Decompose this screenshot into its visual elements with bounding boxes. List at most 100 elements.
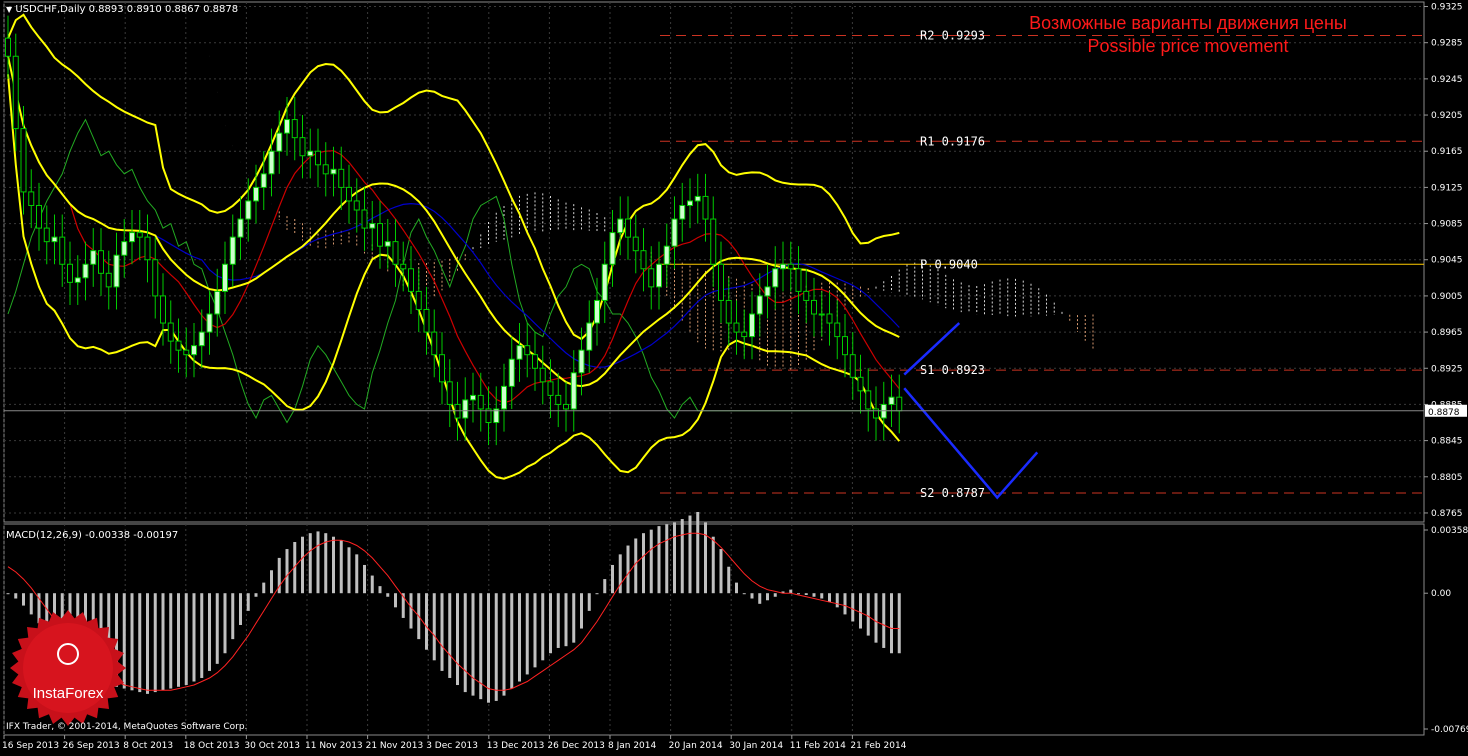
macd-bar xyxy=(169,593,172,688)
candle-body xyxy=(804,291,809,300)
candle-body xyxy=(788,264,793,269)
macd-bar xyxy=(712,537,715,594)
candle-body xyxy=(579,350,584,373)
candle-body xyxy=(339,169,344,187)
macd-bar xyxy=(123,593,126,688)
macd-bar xyxy=(348,547,351,593)
macd-bar xyxy=(875,593,878,642)
candle-body xyxy=(773,269,778,287)
x-tick-label: 30 Oct 2013 xyxy=(244,741,300,751)
candle-body xyxy=(223,264,228,291)
candle-body xyxy=(742,332,747,337)
macd-bar xyxy=(309,533,312,593)
macd-bar xyxy=(696,512,699,593)
macd-bar xyxy=(727,567,730,593)
x-tick-label: 26 Sep 2013 xyxy=(63,741,120,751)
candle-body xyxy=(60,237,65,264)
candle-body xyxy=(672,219,677,246)
macd-y-tick-label: 0.00358 xyxy=(1431,526,1468,536)
macd-bar xyxy=(131,593,134,690)
candle-body xyxy=(401,264,406,269)
candle-body xyxy=(595,300,600,323)
macd-bar xyxy=(898,593,901,653)
macd-bar xyxy=(138,593,141,692)
candle-body xyxy=(137,233,142,238)
y-tick-label: 0.9285 xyxy=(1431,39,1463,49)
x-tick-label: 21 Feb 2014 xyxy=(850,741,906,751)
candle-body xyxy=(114,255,119,287)
candle-body xyxy=(378,224,383,247)
x-tick-label: 16 Sep 2013 xyxy=(2,741,59,751)
candle-body xyxy=(168,323,173,341)
candle-body xyxy=(757,296,762,314)
macd-bar xyxy=(805,593,808,595)
candle-body xyxy=(145,237,150,260)
x-tick-label: 8 Oct 2013 xyxy=(123,741,173,751)
candle-body xyxy=(207,314,212,332)
x-tick-label: 3 Dec 2013 xyxy=(426,741,478,751)
candle-body xyxy=(711,219,716,264)
candle-body xyxy=(261,174,266,188)
candle-body xyxy=(765,287,770,296)
y-tick-label: 0.9045 xyxy=(1431,256,1463,266)
macd-bar xyxy=(890,593,893,653)
annotation-title-ru: Возможные варианты движения цены xyxy=(1029,13,1347,33)
macd-bar xyxy=(30,593,33,614)
macd-bar xyxy=(456,593,459,685)
macd-bar xyxy=(658,526,661,593)
candle-body xyxy=(6,38,11,56)
candle-body xyxy=(91,251,96,265)
candle-body xyxy=(726,300,731,323)
level-label-r1: R1 0.9176 xyxy=(920,134,985,148)
macd-bar xyxy=(162,593,165,690)
candle-body xyxy=(502,386,507,409)
candle-body xyxy=(215,291,220,314)
candle-body xyxy=(184,350,189,355)
macd-bar xyxy=(464,593,467,692)
candle-body xyxy=(657,264,662,287)
x-tick-label: 13 Dec 2013 xyxy=(487,741,545,751)
macd-bar xyxy=(611,565,614,593)
collapse-triangle-icon[interactable]: ▼ xyxy=(6,5,12,14)
logo-text: InstaForex xyxy=(33,685,104,702)
candle-body xyxy=(106,273,111,287)
x-tick-label: 20 Jan 2014 xyxy=(669,741,723,751)
candle-body xyxy=(626,219,631,237)
macd-bar xyxy=(7,593,10,594)
macd-bar xyxy=(565,593,568,646)
candle-body xyxy=(564,404,569,409)
macd-bar xyxy=(363,565,366,593)
y-tick-label: 0.9245 xyxy=(1431,75,1463,85)
macd-bar xyxy=(247,593,250,611)
candle-body xyxy=(347,187,352,201)
candle-body xyxy=(416,291,421,309)
candle-body xyxy=(83,264,88,278)
macd-bar xyxy=(751,593,754,598)
macd-bar xyxy=(588,593,591,611)
candle-body xyxy=(99,251,104,274)
candle-body xyxy=(385,242,390,247)
y-tick-label: 0.9125 xyxy=(1431,183,1463,193)
macd-bar xyxy=(557,593,560,648)
macd-bar xyxy=(286,549,289,593)
macd-bar xyxy=(14,593,17,598)
macd-bar xyxy=(619,554,622,593)
candle-body xyxy=(819,314,824,315)
macd-bar xyxy=(735,583,738,594)
macd-bar xyxy=(231,593,234,639)
candle-body xyxy=(21,129,26,192)
candle-body xyxy=(688,201,693,206)
candle-body xyxy=(370,224,375,229)
macd-bar xyxy=(177,593,180,687)
macd-bar xyxy=(720,549,723,593)
symbol-info: ▼ USDCHF,Daily 0.8893 0.8910 0.8867 0.88… xyxy=(6,4,238,15)
macd-bar xyxy=(541,593,544,660)
candle-body xyxy=(649,269,654,287)
candle-body xyxy=(254,187,259,201)
chart-canvas[interactable]: R2 0.9293R1 0.9176P 0.9040S1 0.8923S2 0.… xyxy=(0,0,1468,752)
macd-bar xyxy=(534,593,537,667)
macd-bar xyxy=(433,593,436,660)
candle-body xyxy=(703,196,708,219)
macd-bar xyxy=(572,593,575,642)
candle-body xyxy=(843,337,848,355)
